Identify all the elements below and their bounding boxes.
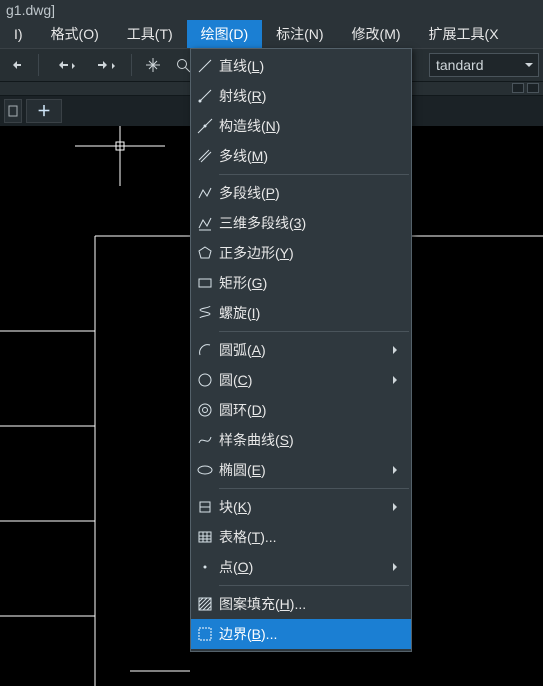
panel-box[interactable] bbox=[512, 83, 524, 93]
menu-item-label: 表格(T)... bbox=[219, 527, 405, 547]
menu-item-xline[interactable]: 构造线(N) bbox=[191, 111, 411, 141]
menubar-item[interactable]: 工具(T) bbox=[113, 20, 187, 48]
menu-item-line[interactable]: 直线(L) bbox=[191, 51, 411, 81]
menu-item-donut[interactable]: 圆环(D) bbox=[191, 395, 411, 425]
menu-item-label: 三维多段线(3) bbox=[219, 213, 405, 233]
pan-button[interactable] bbox=[140, 52, 166, 78]
menu-separator bbox=[219, 585, 409, 586]
xline-icon bbox=[191, 111, 219, 141]
menu-item-spline[interactable]: 样条曲线(S) bbox=[191, 425, 411, 455]
menu-item-polygon[interactable]: 正多边形(Y) bbox=[191, 238, 411, 268]
tool-unknown-left[interactable] bbox=[4, 52, 30, 78]
menu-item-point[interactable]: 点(O) bbox=[191, 552, 411, 582]
panel-box[interactable] bbox=[527, 83, 539, 93]
boundary-icon bbox=[191, 619, 219, 649]
menu-item-label: 边界(B)... bbox=[219, 624, 405, 644]
pline-icon bbox=[191, 178, 219, 208]
menu-item-3dpoly[interactable]: 三维多段线(3) bbox=[191, 208, 411, 238]
document-tab[interactable] bbox=[4, 99, 22, 123]
menu-item-label: 圆环(D) bbox=[219, 400, 405, 420]
plus-icon: ＋ bbox=[37, 101, 51, 121]
line-icon bbox=[191, 51, 219, 81]
menubar-item[interactable]: 扩展工具(X bbox=[415, 20, 513, 48]
style-combo-value: tandard bbox=[436, 57, 483, 73]
ray-icon bbox=[191, 81, 219, 111]
submenu-arrow-icon bbox=[393, 376, 401, 384]
menu-item-boundary[interactable]: 边界(B)... bbox=[191, 619, 411, 649]
submenu-arrow-icon bbox=[393, 346, 401, 354]
menu-item-arc[interactable]: 圆弧(A) bbox=[191, 335, 411, 365]
table-icon bbox=[191, 522, 219, 552]
menu-item-ellipse[interactable]: 椭圆(E) bbox=[191, 455, 411, 485]
draw-menu-dropdown: 直线(L) 射线(R) 构造线(N) 多线(M) 多段线(P) 三维多段线(3) 正多边形(… bbox=[190, 48, 412, 652]
menu-item-ray[interactable]: 射线(R) bbox=[191, 81, 411, 111]
menu-item-label: 椭圆(E) bbox=[219, 460, 393, 480]
menubar-item[interactable]: 绘图(D) bbox=[187, 20, 262, 48]
helix-icon bbox=[191, 298, 219, 328]
menu-item-label: 图案填充(H)... bbox=[219, 594, 405, 614]
3dpoly-icon bbox=[191, 208, 219, 238]
menu-item-label: 样条曲线(S) bbox=[219, 430, 405, 450]
menu-item-hatch[interactable]: 图案填充(H)... bbox=[191, 589, 411, 619]
menu-item-label: 构造线(N) bbox=[219, 116, 405, 136]
redo-button[interactable] bbox=[87, 52, 123, 78]
menubar-item[interactable]: I) bbox=[0, 20, 37, 48]
submenu-arrow-icon bbox=[393, 466, 401, 474]
menu-item-label: 块(K) bbox=[219, 497, 393, 517]
menu-item-label: 圆(C) bbox=[219, 370, 393, 390]
menu-item-mline[interactable]: 多线(M) bbox=[191, 141, 411, 171]
polygon-icon bbox=[191, 238, 219, 268]
menu-item-label: 多段线(P) bbox=[219, 183, 405, 203]
donut-icon bbox=[191, 395, 219, 425]
point-icon bbox=[191, 552, 219, 582]
menu-item-label: 直线(L) bbox=[219, 56, 405, 76]
menu-item-label: 圆弧(A) bbox=[219, 340, 393, 360]
menu-item-label: 多线(M) bbox=[219, 146, 405, 166]
menu-item-table[interactable]: 表格(T)... bbox=[191, 522, 411, 552]
new-tab-button[interactable]: ＋ bbox=[26, 99, 62, 123]
menu-item-label: 射线(R) bbox=[219, 86, 405, 106]
menu-item-label: 矩形(G) bbox=[219, 273, 405, 293]
circle-icon bbox=[191, 365, 219, 395]
menu-item-circle[interactable]: 圆(C) bbox=[191, 365, 411, 395]
menu-item-label: 点(O) bbox=[219, 557, 393, 577]
toolbar-separator bbox=[131, 54, 132, 76]
menu-separator bbox=[219, 174, 409, 175]
menubar-item[interactable]: 修改(M) bbox=[338, 20, 415, 48]
menubar: I)格式(O)工具(T)绘图(D)标注(N)修改(M)扩展工具(X bbox=[0, 20, 543, 48]
undo-button[interactable] bbox=[47, 52, 83, 78]
style-combo[interactable]: tandard bbox=[429, 53, 539, 77]
spline-icon bbox=[191, 425, 219, 455]
ellipse-icon bbox=[191, 455, 219, 485]
mline-icon bbox=[191, 141, 219, 171]
submenu-arrow-icon bbox=[393, 563, 401, 571]
submenu-arrow-icon bbox=[393, 503, 401, 511]
block-icon bbox=[191, 492, 219, 522]
hatch-icon bbox=[191, 589, 219, 619]
menu-item-rect[interactable]: 矩形(G) bbox=[191, 268, 411, 298]
menu-item-pline[interactable]: 多段线(P) bbox=[191, 178, 411, 208]
rect-icon bbox=[191, 268, 219, 298]
menu-item-helix[interactable]: 螺旋(I) bbox=[191, 298, 411, 328]
menu-item-block[interactable]: 块(K) bbox=[191, 492, 411, 522]
menu-separator bbox=[219, 488, 409, 489]
window-title-fragment: g1.dwg] bbox=[0, 0, 543, 20]
menu-separator bbox=[219, 331, 409, 332]
toolbar-separator bbox=[38, 54, 39, 76]
menubar-item[interactable]: 格式(O) bbox=[37, 20, 113, 48]
menu-item-label: 正多边形(Y) bbox=[219, 243, 405, 263]
menu-item-label: 螺旋(I) bbox=[219, 303, 405, 323]
arc-icon bbox=[191, 335, 219, 365]
menubar-item[interactable]: 标注(N) bbox=[262, 20, 337, 48]
